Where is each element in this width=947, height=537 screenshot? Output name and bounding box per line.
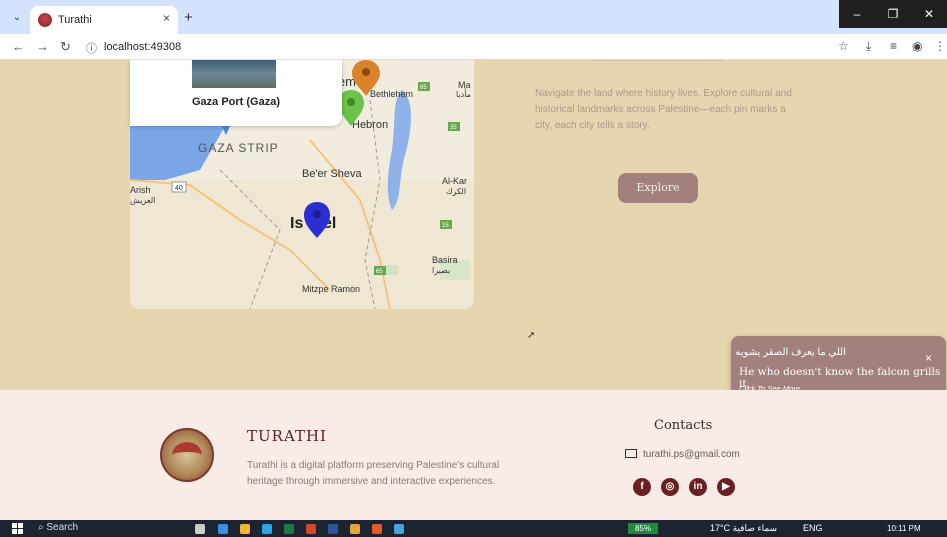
map-label-arish: Arish [130,185,151,195]
map-label-al-kark-ar: الكرك [446,187,466,196]
mouse-cursor-icon: ➚ [527,330,536,341]
file-explorer-icon[interactable] [240,524,250,534]
road-sign-40-label: 40 [175,185,183,192]
language-indicator[interactable]: ENG [803,523,823,533]
footer-description: Turathi is a digital platform preserving… [247,460,500,487]
close-window-button[interactable]: ✕ [911,0,947,28]
windows-start-icon[interactable] [12,523,23,534]
map-label-ma-ar: مأدبا [456,88,471,99]
route-shield-label: 65 [376,269,383,275]
bookmark-star-icon[interactable]: ☆ [838,39,849,53]
maximize-button[interactable]: ❐ [875,0,911,28]
map-label-basira-ar: بصيرا [432,266,450,275]
favicon-icon [38,13,52,27]
map-label-israel-left: Is [290,215,303,232]
store-icon[interactable] [262,524,272,534]
reload-icon[interactable]: ↻ [60,39,71,55]
tab-close-icon[interactable]: × [163,11,170,25]
map-label-gaza-strip: GAZA STRIP [198,141,279,155]
taskbar-search-label: Search [46,522,79,533]
map-popup[interactable]: Gaza Port (Gaza) [130,60,342,126]
explore-button[interactable]: Explore [618,173,698,203]
popup-title: Gaza Port (Gaza) [191,96,281,108]
contacts-title: Contacts [654,418,713,433]
excel-icon[interactable] [284,524,294,534]
url-text: localhost:49308 [104,41,182,53]
footer: TURATHI Turathi is a digital platform pr… [0,390,947,520]
word-icon[interactable] [328,524,338,534]
windows-taskbar: ⌕ Search 85% 17°C سماء صافية ENG 10:11 P… [0,520,947,537]
page: lem Bethlehem Hebron GAZA STRIP Be'er Sh… [0,60,947,520]
download-icon[interactable]: ⤓ [866,39,871,54]
route-shield-label: 35 [450,125,457,131]
email-link[interactable]: turathi.ps@gmail.com [643,449,740,460]
profile-icon[interactable]: ◉ [912,39,922,53]
map-label-ma: Ma [458,80,471,90]
media-icon[interactable]: ≡ [890,39,897,53]
section-description: Navigate the land where history lives. E… [535,88,792,131]
map-label-al-kark: Al-Kar [442,176,467,186]
url-field[interactable]: ⓘ localhost:49308 [82,37,822,57]
map-label-bethlehem: Bethlehem [370,89,413,99]
tab-search-icon[interactable]: ⌄ [8,9,26,27]
powerpoint-icon[interactable] [306,524,316,534]
instagram-icon[interactable]: ◎ [661,478,679,496]
linkedin-icon[interactable]: in [689,478,707,496]
site-info-icon[interactable]: ⓘ [86,40,97,56]
toast-close-icon[interactable]: × [925,351,932,365]
vscode-icon[interactable] [394,524,404,534]
browser-tabbar: ⌄ Turathi × + – ❐ ✕ [0,0,947,34]
chrome-icon[interactable] [350,524,360,534]
route-shield-label: 15 [442,223,449,229]
edge-icon[interactable] [218,524,228,534]
facebook-icon[interactable]: f [633,478,651,496]
map-label-beer-sheva: Be'er Sheva [302,168,362,180]
address-bar: ← → ↻ ⓘ localhost:49308 ☆ ⤓ ≡ ◉ ⋮ [0,34,947,60]
map-label-hebron: Hebron [352,119,388,131]
task-view-icon[interactable] [195,524,205,534]
app-icon[interactable] [372,524,382,534]
forward-arrow-icon[interactable]: → [36,39,49,54]
battery-indicator[interactable]: 85% [628,523,658,534]
map-label-arish-ar: العريش [130,196,155,205]
map-label-basira: Basira [432,255,458,265]
window-controls: – ❐ ✕ [839,0,947,28]
toast-arabic-text: اللي ما يعرف الصقر يشويه [735,347,846,358]
email-icon [625,449,637,458]
browser-tab[interactable]: Turathi × [30,6,178,34]
new-tab-button[interactable]: + [184,9,193,26]
divider-line [593,60,723,61]
taskbar-clock[interactable]: 10:11 PM [887,524,921,533]
menu-dots-icon[interactable]: ⋮ [934,39,946,53]
back-arrow-icon[interactable]: ← [12,39,25,54]
footer-brand: TURATHI [247,427,327,445]
route-shield-label: 65 [420,85,427,91]
popup-image [192,60,276,88]
weather-widget[interactable]: 17°C سماء صافية [710,523,777,534]
taskbar-search[interactable]: ⌕ Search [38,522,78,533]
map-label-mitzpe: Mitzpe Ramon [302,284,360,294]
tab-title: Turathi [58,14,92,26]
minimize-button[interactable]: – [839,0,875,28]
turathi-logo [160,428,214,482]
youtube-icon[interactable]: ▶ [717,478,735,496]
